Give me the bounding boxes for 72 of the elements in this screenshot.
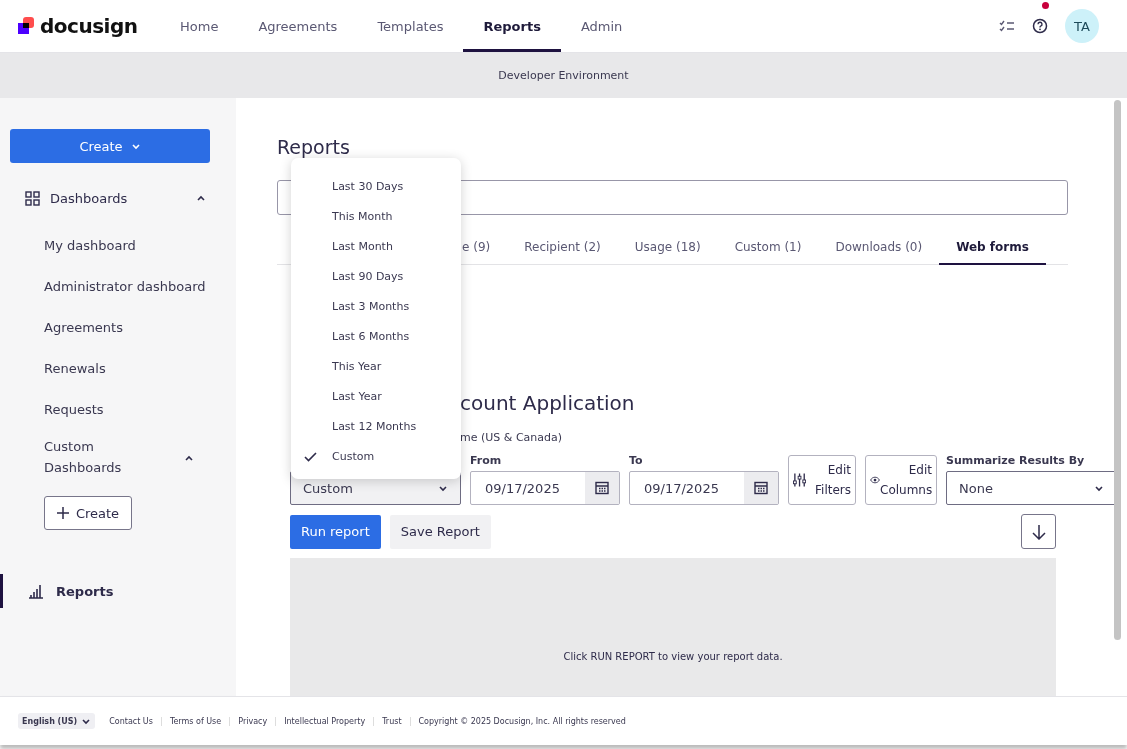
sidebar-item[interactable]: Agreements (10, 307, 210, 348)
help-icon[interactable] (1032, 18, 1048, 34)
report-tab[interactable]: Recipient (2) (507, 231, 618, 265)
nav-tab[interactable]: Admin (560, 0, 643, 52)
menu-option[interactable]: Last 6 Months (291, 321, 461, 351)
from-date-field[interactable]: 09/17/2025 (470, 471, 620, 505)
edit-columns-button[interactable]: Edit Columns (865, 455, 937, 505)
field-label: To (629, 454, 644, 467)
user-avatar[interactable]: TA (1065, 9, 1099, 43)
add-dashboard-button[interactable]: Create (44, 496, 132, 530)
footer-link[interactable]: Terms of Use (161, 716, 231, 726)
sidebar-item[interactable]: Administrator dashboard (10, 266, 210, 307)
download-button[interactable] (1021, 514, 1056, 549)
field-label: Summarize Results By (946, 454, 1086, 467)
menu-option[interactable]: Custom (291, 441, 461, 471)
report-title: count Application (460, 391, 636, 415)
group-label: Dashboards (50, 190, 129, 206)
plus-icon (56, 507, 69, 519)
logo-icon (18, 17, 36, 35)
dashboards-group[interactable]: Dashboards (10, 181, 210, 215)
scrollbar[interactable] (1114, 100, 1121, 640)
sliders-icon (793, 472, 807, 488)
checklist-icon[interactable] (999, 20, 1015, 32)
sidebar-item[interactable]: Renewals (10, 348, 210, 389)
menu-option[interactable]: Last 3 Months (291, 291, 461, 321)
footer-link[interactable]: Intellectual Property (276, 716, 375, 726)
menu-option[interactable]: Last Month (291, 231, 461, 261)
empty-message: Click RUN REPORT to view your report data. (563, 651, 783, 662)
footer-link[interactable]: Contact Us (101, 716, 162, 726)
report-tab[interactable]: Web forms (939, 231, 1046, 265)
calendar-icon[interactable] (594, 480, 610, 496)
report-tab[interactable]: Custom (1) (717, 231, 819, 265)
menu-option[interactable]: This Year (291, 351, 461, 381)
nav-tab[interactable]: Templates (357, 0, 464, 52)
menu-option[interactable]: This Month (291, 201, 461, 231)
menu-option[interactable]: Last Year (291, 381, 461, 411)
eye-icon (870, 474, 880, 486)
menu-option[interactable]: Last 90 Days (291, 261, 461, 291)
nav-tab[interactable]: Home (160, 0, 239, 52)
edit-filters-button[interactable]: Edit Filters (788, 455, 856, 505)
arrow-down-icon (1031, 523, 1046, 540)
language-select[interactable]: English (US) (18, 713, 96, 729)
chevron-down-icon (81, 716, 92, 726)
banner-text: Developer Environment (498, 69, 629, 82)
nav-tab[interactable]: Agreements (238, 0, 358, 52)
create-button[interactable]: Create (10, 129, 210, 163)
footer-link[interactable]: Privacy (230, 716, 277, 726)
brand-name: docusign (40, 14, 138, 38)
menu-option[interactable]: Last 12 Months (291, 411, 461, 441)
field-label: From (470, 454, 503, 467)
footer-link[interactable]: Trust (374, 716, 411, 726)
to-date-field[interactable]: 09/17/2025 (629, 471, 779, 505)
sidebar-item[interactable]: Custom Dashboards (44, 436, 154, 478)
run-report-button[interactable]: Run report (290, 514, 381, 549)
sidebar-item[interactable]: My dashboard (10, 225, 210, 266)
chevron-down-icon (1094, 483, 1104, 493)
report-tab[interactable]: Usage (18) (617, 231, 718, 265)
sidebar-item[interactable]: Requests (10, 389, 210, 430)
menu-option[interactable]: Last 30 Days (291, 171, 461, 201)
chevron-down-icon (130, 141, 141, 151)
chevron-up-icon (196, 193, 206, 203)
save-report-button[interactable]: Save Report (389, 514, 491, 549)
page-heading: Reports (277, 136, 351, 160)
calendar-icon[interactable] (753, 480, 769, 496)
report-tab[interactable]: Downloads (0) (818, 231, 940, 265)
chevron-down-icon (438, 483, 448, 493)
summarize-select[interactable]: None (946, 471, 1117, 505)
bar-chart-icon (28, 583, 44, 599)
timezone-text: me (US & Canada) (460, 431, 564, 444)
reports-link[interactable]: Reports (0, 574, 210, 608)
grid-icon (25, 190, 40, 206)
copyright-text: Copyright © 2025 Docusign, Inc. All rights reserved (418, 716, 626, 726)
